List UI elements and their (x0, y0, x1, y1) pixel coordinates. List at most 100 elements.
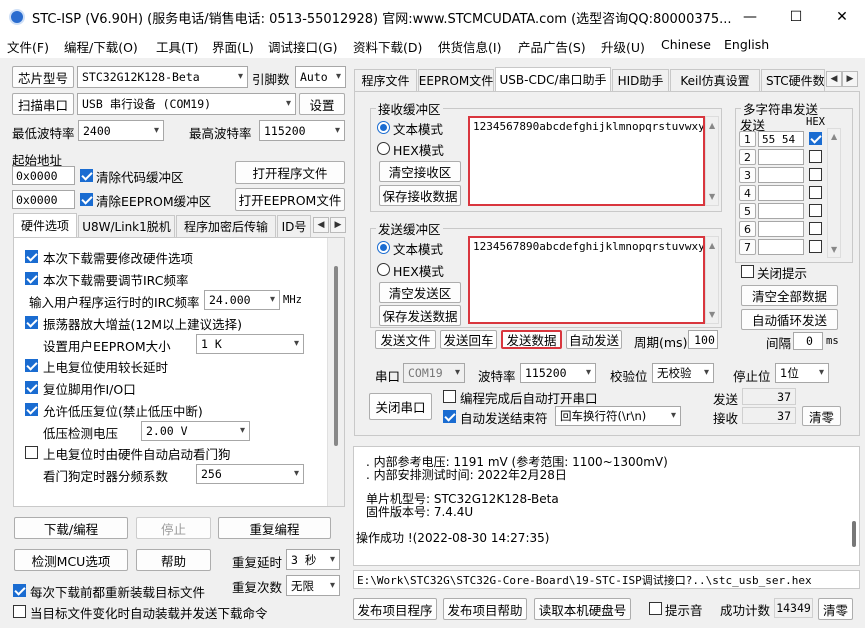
multi-string-7-input[interactable] (758, 239, 804, 255)
detect-mcu-button[interactable]: 检测MCU选项 (14, 549, 128, 571)
help-button[interactable]: 帮助 (136, 549, 211, 571)
close-port-button[interactable]: 关闭串口 (369, 393, 432, 420)
reset-pin-io-checkbox[interactable] (25, 381, 38, 394)
multi-string-scrollbar[interactable]: ▲ ▼ (827, 128, 841, 258)
file-path-field[interactable]: E:\Work\STC32G\STC32G-Core-Board\19-STC-… (353, 570, 860, 589)
multi-string-3-input[interactable] (758, 167, 804, 183)
min-baud-select[interactable]: 2400 ▾ (78, 120, 164, 141)
irc-frequency-select[interactable]: 24.000 ▾ (204, 290, 280, 310)
stop-button[interactable]: 停止 (136, 517, 211, 539)
oscillator-gain-checkbox[interactable] (25, 316, 38, 329)
scroll-up-icon[interactable]: ▲ (831, 132, 837, 141)
hardware-scrollbar[interactable] (327, 238, 344, 506)
repeat-program-button[interactable]: 重复编程 (218, 517, 331, 539)
tab-encrypted-transfer[interactable]: 程序加密后传输 (176, 215, 276, 237)
menu-english[interactable]: English (724, 37, 769, 52)
modify-hw-checkbox[interactable] (25, 250, 38, 263)
close-button[interactable]: ✕ (819, 0, 865, 33)
scrollbar-thumb[interactable] (334, 266, 338, 446)
multi-send-1-button[interactable]: 1 (739, 131, 756, 147)
auto-reload-checkbox[interactable] (13, 605, 26, 618)
multi-send-5-button[interactable]: 5 (739, 203, 756, 219)
menu-debug[interactable]: 调试接口(G) (268, 37, 337, 56)
max-baud-select[interactable]: 115200 ▾ (259, 120, 345, 141)
title-bar[interactable]: STC-ISP (V6.90H) (服务电话/销售电话: 0513-550129… (0, 0, 865, 33)
read-disk-id-button[interactable]: 读取本机硬盘号 (534, 598, 631, 620)
port-select[interactable]: USB 串行设备 (COM19) ▾ (77, 93, 296, 115)
send-textarea[interactable]: 1234567890abcdefghijklmnopqrstuvwxy (468, 236, 705, 324)
close-tip-checkbox[interactable] (741, 265, 754, 278)
watchdog-divider-select[interactable]: 256 ▾ (196, 464, 304, 484)
multi-hex-7-checkbox[interactable] (809, 240, 822, 253)
multi-hex-1-checkbox[interactable] (809, 132, 822, 145)
port-combo[interactable]: COM19 ▾ (403, 363, 465, 383)
multi-string-2-input[interactable] (758, 149, 804, 165)
multi-send-2-button[interactable]: 2 (739, 149, 756, 165)
save-send-button[interactable]: 保存发送数据 (379, 305, 461, 326)
receive-hex-mode-radio[interactable] (377, 142, 390, 155)
open-eeprom-file-button[interactable]: 打开EEPROM文件 (235, 188, 345, 211)
scroll-down-icon[interactable]: ▼ (831, 245, 837, 254)
minimize-button[interactable]: — (727, 0, 773, 33)
long-reset-delay-checkbox[interactable] (25, 359, 38, 372)
multi-hex-6-checkbox[interactable] (809, 222, 822, 235)
menu-upgrade[interactable]: 升级(U) (601, 37, 645, 56)
send-data-button[interactable]: 发送数据 (501, 330, 562, 349)
scroll-up-icon[interactable]: ▲ (709, 121, 715, 130)
stop-bits-select[interactable]: 1位 ▾ (775, 363, 829, 383)
chip-model-button[interactable]: 芯片型号 (12, 66, 74, 88)
tab-left-arrow-icon[interactable]: ◀ (313, 217, 329, 233)
low-voltage-reset-checkbox[interactable] (25, 403, 38, 416)
receive-scrollbar[interactable]: ▲ ▼ (705, 116, 719, 206)
clear-eeprom-checkbox[interactable] (80, 193, 93, 206)
clear-all-data-button[interactable]: 清空全部数据 (741, 285, 838, 306)
clear-receive-button[interactable]: 清空接收区 (379, 161, 461, 182)
send-enter-button[interactable]: 发送回车 (440, 330, 497, 349)
adjust-irc-checkbox[interactable] (25, 272, 38, 285)
menu-chinese[interactable]: Chinese (661, 37, 711, 52)
menu-ads[interactable]: 产品广告(S) (518, 37, 586, 56)
multi-send-7-button[interactable]: 7 (739, 239, 756, 255)
receive-text-mode-radio[interactable] (377, 121, 390, 134)
tab-left-arrow-icon[interactable]: ◀ (826, 71, 842, 87)
multi-hex-4-checkbox[interactable] (809, 186, 822, 199)
log-scrollbar-thumb[interactable] (852, 521, 856, 547)
send-file-button[interactable]: 发送文件 (375, 330, 436, 349)
multi-string-6-input[interactable] (758, 221, 804, 237)
tab-hid-helper[interactable]: HID助手 (612, 69, 669, 91)
send-hex-mode-radio[interactable] (377, 263, 390, 276)
eeprom-address-input[interactable]: 0x0000 (12, 190, 75, 209)
watchdog-auto-checkbox[interactable] (25, 446, 38, 459)
download-program-button[interactable]: 下载/编程 (14, 517, 128, 539)
menu-file[interactable]: 文件(F) (7, 37, 49, 56)
tab-right-arrow-icon[interactable]: ▶ (842, 71, 858, 87)
menu-program[interactable]: 编程/下载(O) (64, 37, 138, 56)
settings-button[interactable]: 设置 (299, 93, 345, 115)
multi-send-4-button[interactable]: 4 (739, 185, 756, 201)
menu-docs[interactable]: 资料下载(D) (353, 37, 422, 56)
auto-open-port-checkbox[interactable] (443, 390, 456, 403)
multi-hex-2-checkbox[interactable] (809, 150, 822, 163)
auto-end-char-checkbox[interactable] (443, 410, 456, 423)
reload-before-download-checkbox[interactable] (13, 584, 26, 597)
period-input[interactable]: 100 (688, 330, 718, 349)
scan-port-button[interactable]: 扫描串口 (12, 93, 74, 115)
repeat-delay-select[interactable]: 3 秒 ▾ (286, 549, 340, 570)
publish-help-button[interactable]: 发布项目帮助 (443, 598, 527, 620)
chip-model-select[interactable]: STC32G12K128-Beta ▾ (77, 66, 248, 88)
clear-code-checkbox[interactable] (80, 169, 93, 182)
scroll-down-icon[interactable]: ▼ (709, 192, 715, 201)
multi-string-5-input[interactable] (758, 203, 804, 219)
menu-interface[interactable]: 界面(L) (212, 37, 254, 56)
tab-id[interactable]: ID号 (277, 215, 311, 237)
send-text-mode-radio[interactable] (377, 241, 390, 254)
auto-loop-send-button[interactable]: 自动循环发送 (741, 309, 838, 330)
publish-program-button[interactable]: 发布项目程序 (353, 598, 437, 620)
menu-tools[interactable]: 工具(T) (156, 37, 198, 56)
tab-right-arrow-icon[interactable]: ▶ (330, 217, 346, 233)
scroll-up-icon[interactable]: ▲ (709, 241, 715, 250)
multi-send-3-button[interactable]: 3 (739, 167, 756, 183)
multi-hex-3-checkbox[interactable] (809, 168, 822, 181)
baud-select[interactable]: 115200 ▾ (520, 363, 596, 383)
interval-input[interactable]: 0 (793, 332, 823, 350)
